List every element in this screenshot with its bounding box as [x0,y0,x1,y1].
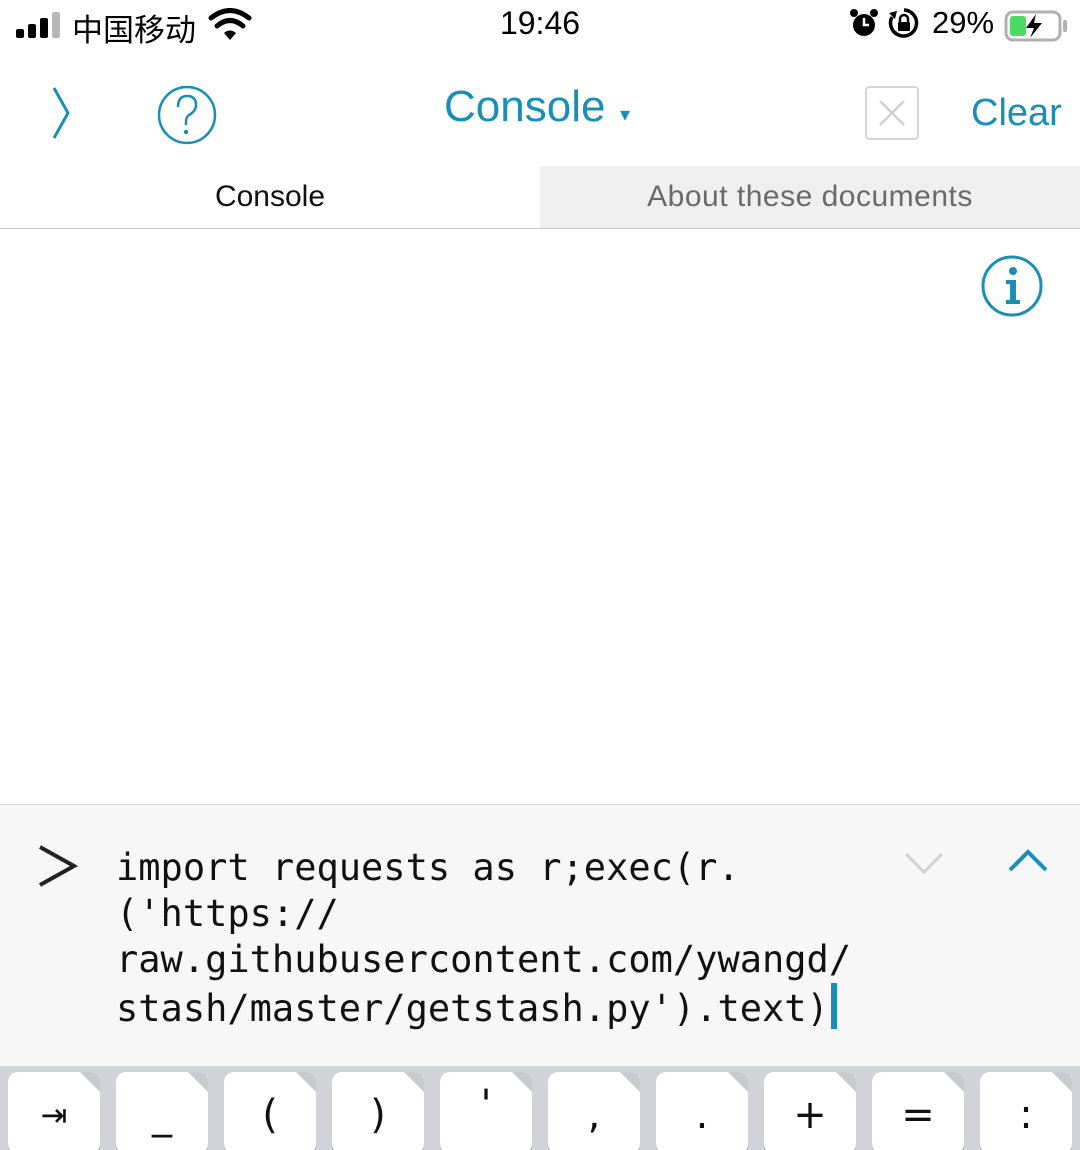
key-close-paren[interactable]: ) [332,1072,424,1150]
help-icon[interactable] [156,84,218,146]
info-icon[interactable] [980,254,1044,318]
key-open-paren[interactable]: ( [224,1072,316,1150]
status-bar: 中国移动 19:46 29% [0,0,1080,52]
key-quote[interactable]: ' [440,1072,532,1150]
rotation-lock-icon [888,8,919,38]
key-equals[interactable]: = [872,1072,964,1150]
battery-charging-icon [1004,10,1067,42]
tab-console[interactable]: Console [0,166,540,228]
key-plus[interactable]: + [764,1072,856,1150]
chevron-right-icon[interactable] [40,80,80,146]
caret-down-icon[interactable]: ▾ [620,102,630,127]
text-cursor [830,983,837,1029]
console-toolbar: Console ▾ Clear [0,60,1080,166]
key-period[interactable]: . [656,1072,748,1150]
battery-percent: 29% [932,5,995,40]
key-colon[interactable]: : [980,1072,1072,1150]
key-tab[interactable]: ⇥ [8,1072,100,1150]
tab-bar: Console About these documents [0,166,1080,229]
close-icon [879,100,905,126]
tab-about-these-documents[interactable]: About these documents [540,166,1080,228]
alarm-icon [850,9,878,36]
console-input-text: import requests as r;exec(r. ('https:// … [116,846,852,1030]
console-input[interactable]: import requests as r;exec(r. ('https:// … [116,845,876,1032]
history-up-icon[interactable] [1006,846,1050,876]
prompt-icon [39,845,79,887]
key-underscore[interactable]: _ [116,1072,208,1150]
key-comma[interactable]: , [548,1072,640,1150]
close-button[interactable] [865,86,919,140]
history-down-icon[interactable] [902,848,946,878]
console-title[interactable]: Console [444,82,605,132]
console-input-area: import requests as r;exec(r. ('https:// … [0,804,1080,1066]
clear-button[interactable]: Clear [971,92,1062,135]
keyboard-accessory-bar: ⇥ _ ( ) ' , . + = : [0,1066,1080,1150]
